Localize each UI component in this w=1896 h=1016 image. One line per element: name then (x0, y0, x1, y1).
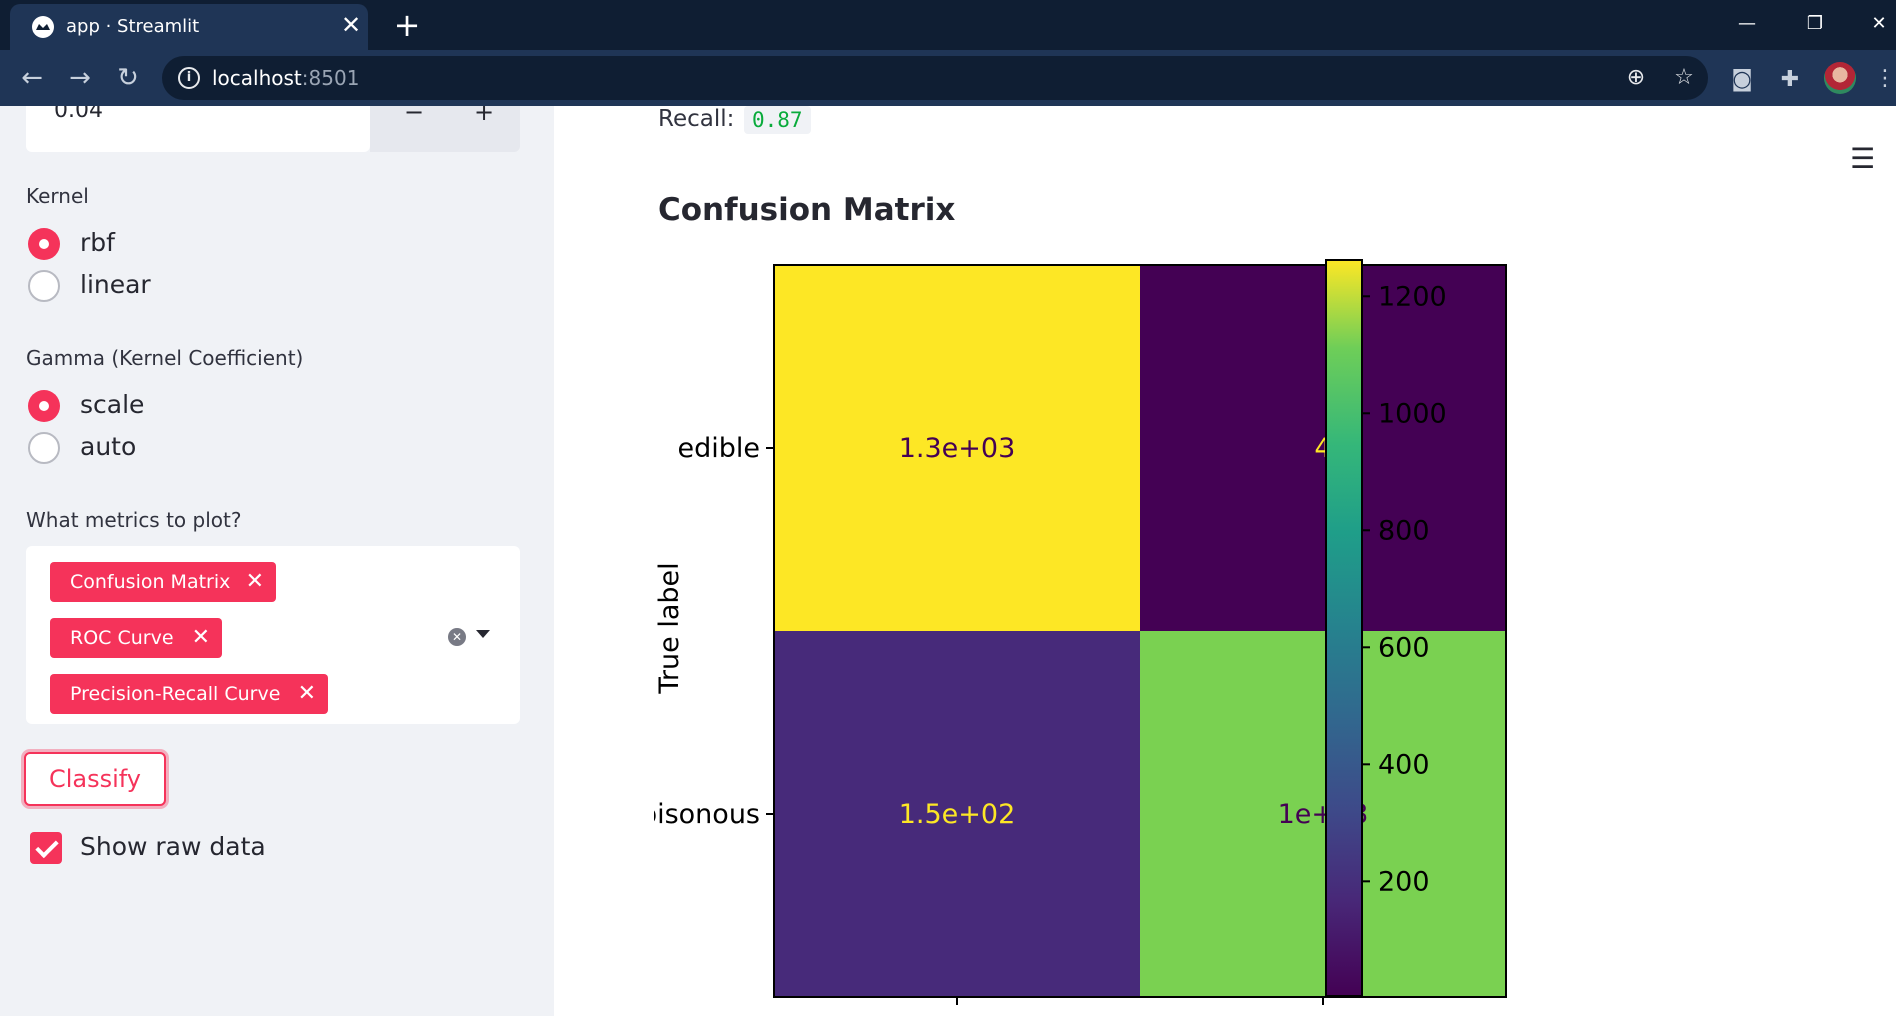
chip-confusion-matrix[interactable]: Confusion Matrix ✕ (50, 562, 276, 602)
browser-titlebar: app · Streamlit ✕ + — ❐ ✕ (0, 0, 1896, 50)
show-raw-data-label[interactable]: Show raw data (80, 832, 266, 861)
dropdown-arrow-icon[interactable] (476, 630, 490, 638)
remove-chip-icon[interactable]: ✕ (192, 618, 210, 658)
close-window-icon[interactable]: ✕ (1856, 6, 1896, 42)
minimize-icon[interactable]: — (1724, 6, 1770, 42)
metrics-label: What metrics to plot? (26, 508, 242, 532)
site-info-icon[interactable]: i (178, 67, 200, 89)
colorbar-tick-label: 800 (1378, 515, 1430, 546)
metrics-multiselect[interactable]: Confusion Matrix ✕ ROC Curve ✕ Precision… (26, 546, 520, 724)
browser-tab[interactable]: app · Streamlit ✕ (10, 4, 368, 50)
browser-toolbar: ← → ↻ i localhost:8501 ⊕ ☆ ◙ ✚ ⋮ (0, 50, 1896, 106)
cell-value-label: 1.3e+03 (899, 433, 1016, 464)
radio-selected-icon[interactable] (28, 390, 60, 422)
main-content: Recall: 0.87 ☰ Confusion Matrix 1.3e+03 4… (554, 106, 1896, 1016)
forward-icon[interactable]: → (62, 60, 98, 96)
bookmark-star-icon[interactable]: ☆ (1670, 64, 1698, 92)
address-bar[interactable]: i localhost:8501 ⊕ ☆ (162, 56, 1708, 100)
number-input-value[interactable]: 0.04 (54, 106, 103, 123)
kernel-label: Kernel (26, 184, 89, 208)
colorbar-tick-label: 200 (1378, 866, 1430, 897)
zoom-icon[interactable]: ⊕ (1622, 64, 1650, 92)
recall-label: Recall: (658, 106, 735, 132)
profile-avatar[interactable] (1824, 62, 1856, 94)
clear-all-icon[interactable]: ✕ (448, 628, 466, 646)
sidebar: 0.04 − + Kernel rbf linear Gamma (Kernel… (0, 106, 554, 1016)
address-url[interactable]: localhost:8501 (212, 66, 359, 90)
close-tab-icon[interactable]: ✕ (336, 10, 366, 40)
show-raw-data-checkbox[interactable] (30, 832, 62, 864)
increment-button[interactable]: + (474, 106, 494, 126)
gamma-label: Gamma (Kernel Coefficient) (26, 346, 304, 370)
restore-icon[interactable]: ❐ (1792, 6, 1838, 42)
app-menu-icon[interactable]: ☰ (1850, 142, 1875, 175)
radio-unselected-icon[interactable] (28, 270, 60, 302)
section-title: Confusion Matrix (658, 192, 956, 228)
browser-menu-icon[interactable]: ⋮ (1874, 64, 1896, 94)
chip-roc-curve[interactable]: ROC Curve ✕ (50, 618, 222, 658)
y-axis-label: True label (654, 562, 685, 694)
reload-icon[interactable]: ↻ (110, 60, 146, 96)
tab-title: app · Streamlit (66, 16, 200, 37)
new-tab-icon[interactable]: + (390, 8, 424, 42)
confusion-matrix-chart: 1.3e+0341.5e+021e+03 ediblepoisonous Tru… (654, 259, 1507, 1005)
remove-chip-icon[interactable]: ✕ (298, 674, 316, 714)
decrement-button[interactable]: − (404, 106, 424, 126)
number-input[interactable]: 0.04 (26, 106, 370, 152)
classify-button[interactable]: Classify (24, 752, 166, 806)
remove-chip-icon[interactable]: ✕ (246, 562, 264, 602)
colorbar-tick-label: 400 (1378, 749, 1430, 780)
colorbar (1325, 259, 1363, 997)
recall-value: 0.87 (744, 106, 811, 134)
back-icon[interactable]: ← (14, 60, 50, 96)
cell-value-label: 1.5e+02 (899, 799, 1016, 830)
camera-extension-icon[interactable]: ◙ (1728, 66, 1756, 94)
y-tick-label: poisonous (654, 799, 760, 830)
radio-selected-icon[interactable] (28, 228, 60, 260)
y-tick-label: edible (677, 433, 760, 464)
colorbar-tick-label: 1200 (1378, 281, 1447, 312)
colorbar-tick-label: 600 (1378, 632, 1430, 663)
extensions-puzzle-icon[interactable]: ✚ (1776, 66, 1804, 94)
number-stepper: − + (370, 106, 520, 152)
radio-unselected-icon[interactable] (28, 432, 60, 464)
colorbar-tick-label: 1000 (1378, 398, 1447, 429)
streamlit-logo-icon (32, 16, 54, 38)
chip-precision-recall-curve[interactable]: Precision-Recall Curve ✕ (50, 674, 328, 714)
